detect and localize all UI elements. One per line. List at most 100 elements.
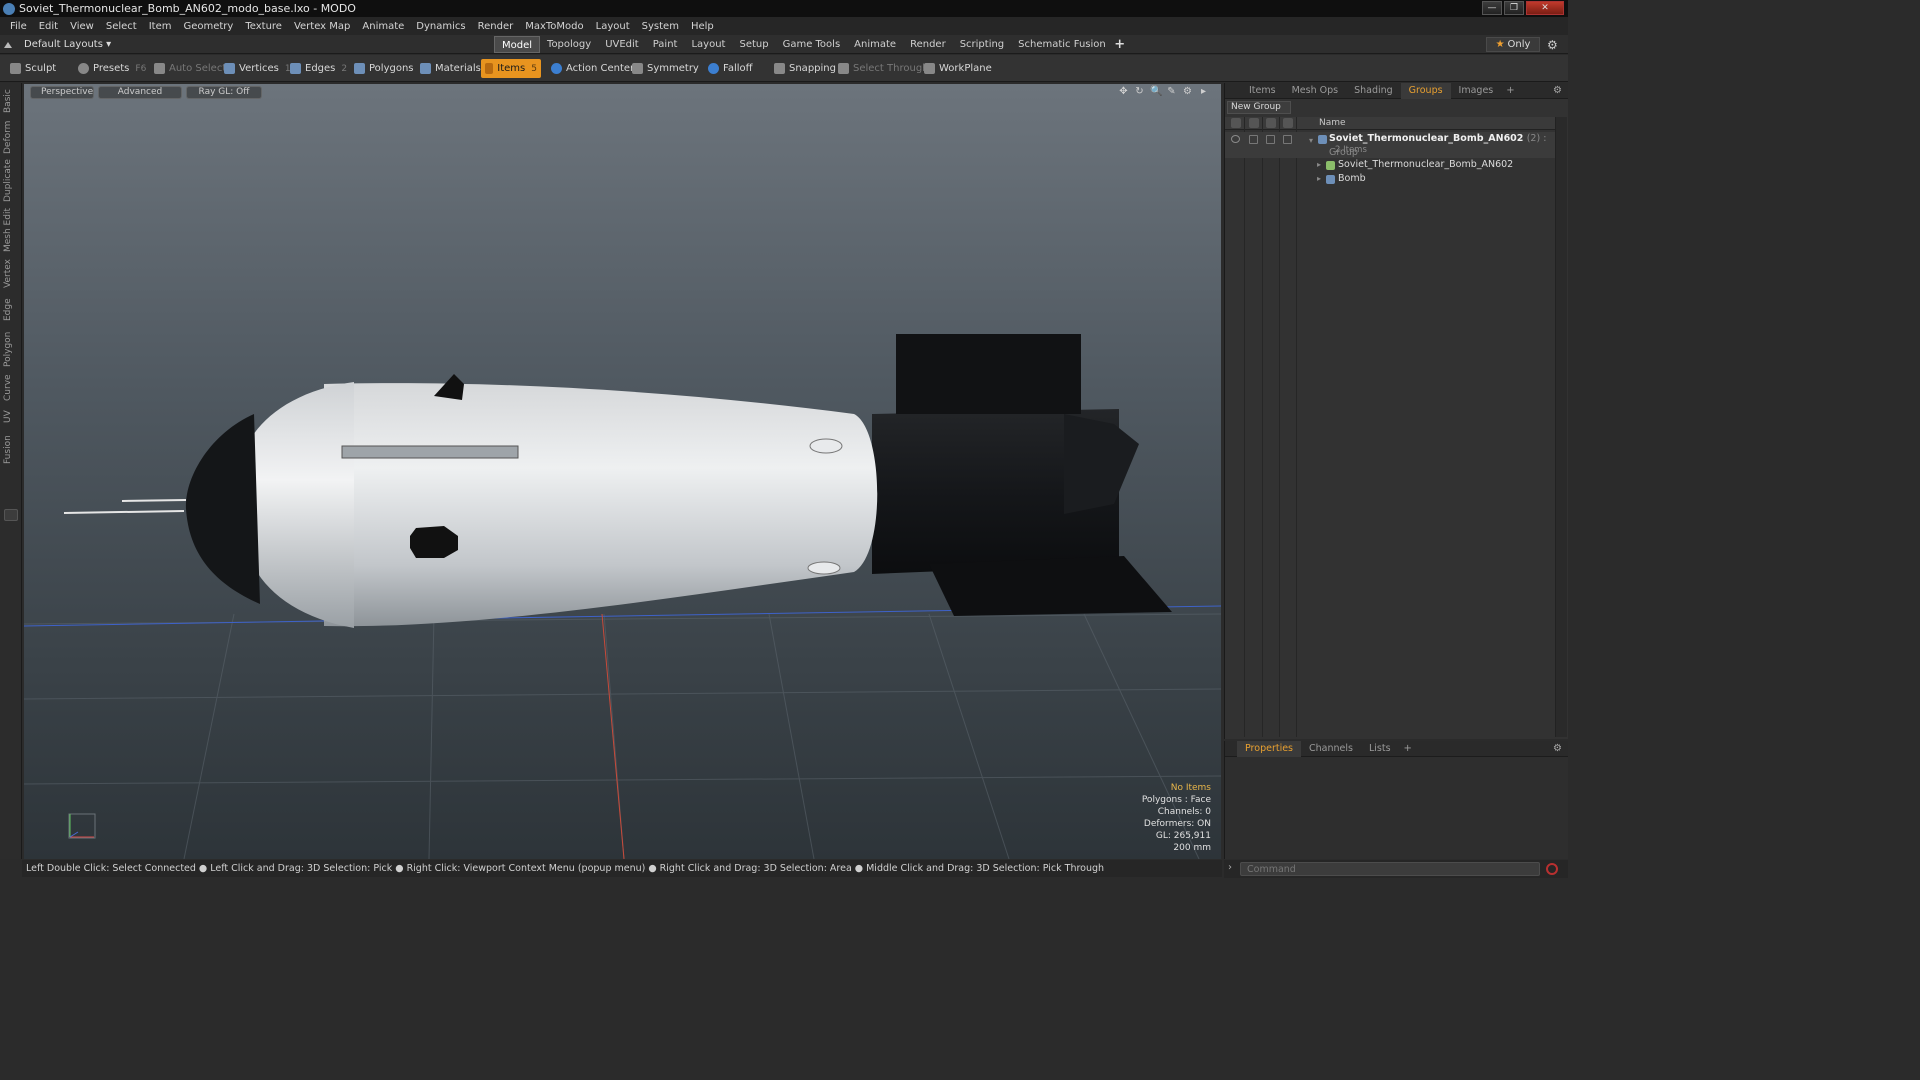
expand-arrow-icon[interactable]: ▸ (1198, 86, 1209, 97)
menu-file[interactable]: File (4, 21, 33, 32)
menu-dynamics[interactable]: Dynamics (410, 21, 471, 32)
menu-texture[interactable]: Texture (239, 21, 288, 32)
name-column-header[interactable]: Name (1319, 118, 1346, 128)
add-tab-button[interactable]: + (1113, 36, 1127, 53)
raygl-toggle[interactable]: Ray GL: Off (186, 85, 262, 99)
command-input[interactable] (1240, 862, 1540, 876)
items-button[interactable]: Items 5 (481, 59, 541, 78)
select-column-icon[interactable] (1283, 118, 1293, 128)
menu-view[interactable]: View (64, 21, 100, 32)
default-layouts-dropdown[interactable]: Default Layouts ▾ (4, 37, 111, 52)
zoom-icon[interactable]: 🔍 (1150, 86, 1162, 97)
menu-animate[interactable]: Animate (356, 21, 410, 32)
tab-animate[interactable]: Animate (847, 36, 903, 53)
new-group-button[interactable]: New Group (1227, 101, 1291, 114)
tab-channels[interactable]: Channels (1301, 741, 1361, 757)
perspective-dropdown[interactable]: Perspective (30, 85, 94, 99)
select-through-button[interactable]: Select Through (834, 59, 933, 78)
menu-select[interactable]: Select (100, 21, 143, 32)
render-toggle-icon[interactable] (1249, 135, 1258, 144)
3d-viewport[interactable]: Perspective Advanced Ray GL: Off ✥ ↻ 🔍 ✎… (24, 84, 1221, 859)
minimize-button[interactable]: — (1482, 1, 1502, 15)
menu-item[interactable]: Item (143, 21, 178, 32)
pencil-icon[interactable]: ✎ (1166, 86, 1177, 97)
menu-geometry[interactable]: Geometry (177, 21, 239, 32)
vtab-uv[interactable]: UV (3, 407, 19, 427)
vertices-button[interactable]: Vertices 1 (220, 59, 295, 78)
vertical-scrollbar[interactable] (1555, 117, 1567, 737)
expand-triangle-icon[interactable]: ▸ (1317, 158, 1321, 172)
materials-button[interactable]: Materials (416, 59, 485, 78)
vtab-deform[interactable]: Deform (3, 119, 19, 155)
viewport-settings-icon[interactable]: ⚙ (1182, 86, 1193, 97)
tab-items[interactable]: Items (1241, 83, 1284, 99)
only-button[interactable]: ★ Only (1486, 37, 1540, 52)
collapse-arrow-icon[interactable] (4, 41, 12, 48)
tab-schematic-fusion[interactable]: Schematic Fusion (1011, 36, 1113, 53)
expand-triangle-icon[interactable]: ▸ (1317, 172, 1321, 186)
menu-vertex-map[interactable]: Vertex Map (288, 21, 356, 32)
tab-render[interactable]: Render (903, 36, 953, 53)
polygons-button[interactable]: Polygons (350, 59, 418, 78)
vtab-curve[interactable]: Curve (3, 373, 19, 403)
lock-column-icon[interactable] (1266, 118, 1276, 128)
properties-options-icon[interactable]: ⚙ (1553, 743, 1562, 754)
visibility-column-icon[interactable] (1231, 118, 1241, 128)
panel-options-icon[interactable]: ⚙ (1553, 85, 1562, 96)
vtab-polygon[interactable]: Polygon (3, 329, 19, 369)
menu-maxtomodo[interactable]: MaxToModo (519, 21, 589, 32)
lock-toggle-icon[interactable] (1266, 135, 1275, 144)
tab-game-tools[interactable]: Game Tools (776, 36, 848, 53)
menu-system[interactable]: System (636, 21, 685, 32)
tab-shading[interactable]: Shading (1346, 83, 1401, 99)
tab-scripting[interactable]: Scripting (953, 36, 1011, 53)
viewport-scene[interactable] (24, 84, 1221, 859)
select-toggle-icon[interactable] (1283, 135, 1292, 144)
rotate-icon[interactable]: ↻ (1134, 86, 1145, 97)
add-properties-tab-button[interactable]: + (1399, 743, 1417, 754)
tab-images[interactable]: Images (1451, 83, 1502, 99)
record-macro-icon[interactable] (1546, 863, 1558, 875)
menu-help[interactable]: Help (685, 21, 720, 32)
tab-setup[interactable]: Setup (732, 36, 775, 53)
tab-layout[interactable]: Layout (684, 36, 732, 53)
eye-icon[interactable] (1231, 135, 1240, 143)
sculpt-button[interactable]: Sculpt (6, 59, 60, 78)
auto-select-button[interactable]: Auto Select (150, 59, 230, 78)
vtab-vertex[interactable]: Vertex (3, 257, 19, 291)
list-item[interactable]: ▸ Soviet_Thermonuclear_Bomb_AN602 (1225, 158, 1555, 172)
gear-icon[interactable]: ⚙ (1547, 38, 1558, 52)
menu-render[interactable]: Render (472, 21, 520, 32)
pan-icon[interactable]: ✥ (1118, 86, 1129, 97)
expand-triangle-icon[interactable]: ▾ (1309, 134, 1313, 148)
group-row[interactable]: ▾ Soviet_Thermonuclear_Bomb_AN602 (2) : … (1225, 132, 1555, 158)
tab-uvedit[interactable]: UVEdit (598, 36, 646, 53)
advanced-dropdown[interactable]: Advanced (98, 85, 182, 99)
tab-properties[interactable]: Properties (1237, 740, 1302, 757)
tab-model[interactable]: Model (494, 36, 541, 53)
list-item[interactable]: ▸ Bomb (1225, 172, 1555, 186)
tab-lists[interactable]: Lists (1361, 741, 1399, 757)
symmetry-button[interactable]: Symmetry (628, 59, 703, 78)
vtab-basic[interactable]: Basic (3, 87, 19, 115)
presets-button[interactable]: Presets F6 (74, 59, 150, 78)
panel-toggle-button[interactable] (4, 509, 18, 521)
vtab-duplicate[interactable]: Duplicate (3, 159, 19, 203)
tab-groups[interactable]: Groups (1400, 82, 1451, 99)
tab-mesh-ops[interactable]: Mesh Ops (1284, 83, 1347, 99)
vtab-edge[interactable]: Edge (3, 295, 19, 325)
close-button[interactable]: ✕ (1526, 1, 1564, 15)
workplane-button[interactable]: WorkPlane (920, 59, 996, 78)
action-center-button[interactable]: Action Center (547, 59, 638, 78)
menu-layout[interactable]: Layout (590, 21, 636, 32)
vtab-mesh-edit[interactable]: Mesh Edit (3, 207, 19, 253)
falloff-button[interactable]: Falloff (704, 59, 757, 78)
menu-edit[interactable]: Edit (33, 21, 64, 32)
snapping-button[interactable]: Snapping (770, 59, 840, 78)
command-history-arrow-icon[interactable]: › (1228, 862, 1232, 873)
tab-paint[interactable]: Paint (646, 36, 685, 53)
add-panel-tab-button[interactable]: + (1501, 85, 1519, 96)
tab-topology[interactable]: Topology (540, 36, 598, 53)
edges-button[interactable]: Edges 2 (286, 59, 351, 78)
vtab-fusion[interactable]: Fusion (3, 433, 19, 467)
